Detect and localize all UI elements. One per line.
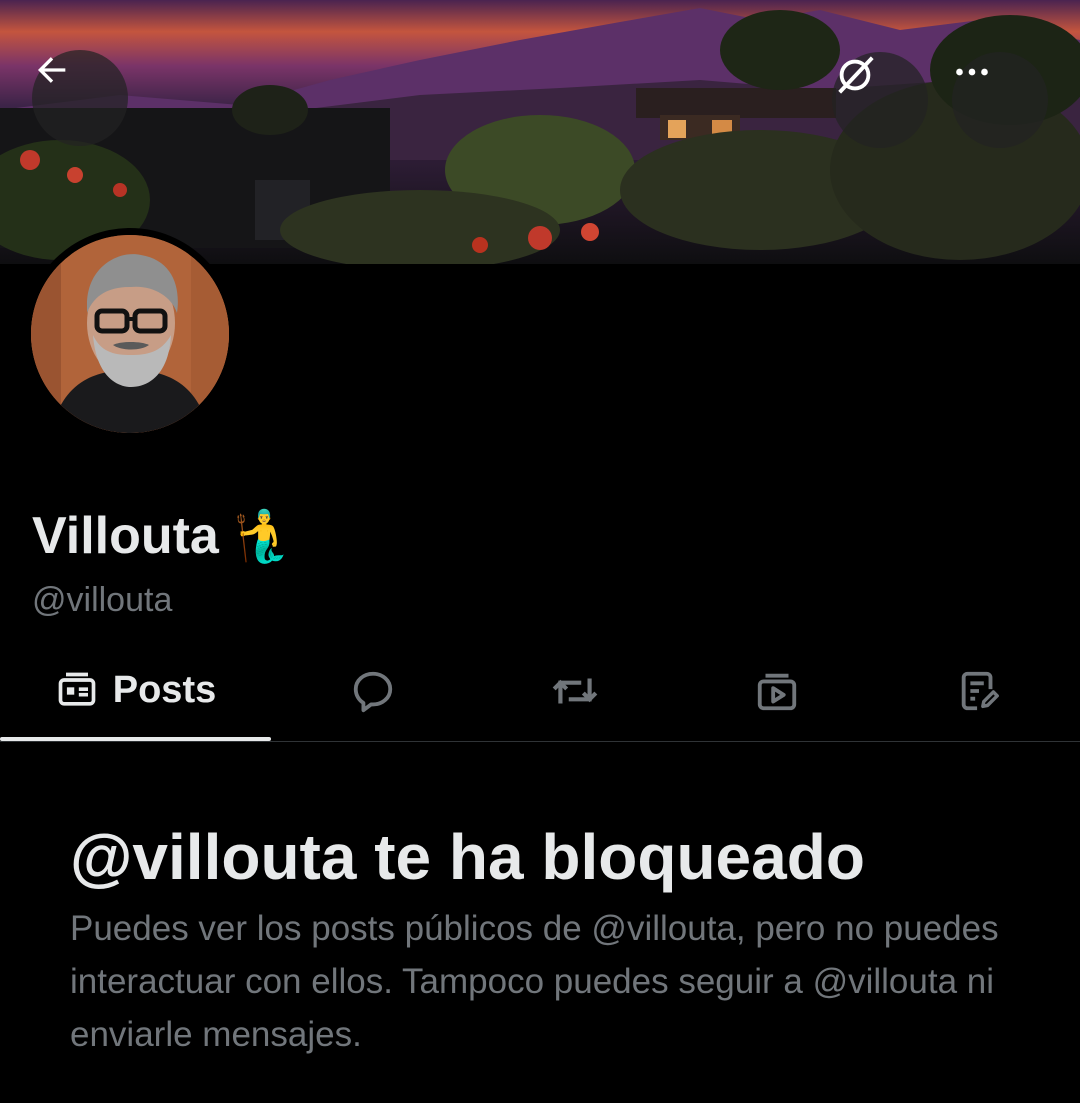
- tab-reposts[interactable]: [474, 640, 676, 741]
- profile-display-name: Villouta 🧜‍♂️: [32, 506, 295, 566]
- active-tab-indicator: [0, 737, 271, 741]
- avatar[interactable]: [24, 228, 236, 440]
- profile-banner[interactable]: [0, 0, 1080, 264]
- banner-landscape-image: [0, 0, 1080, 264]
- back-button[interactable]: [32, 50, 128, 146]
- blocked-title: @villouta te ha bloqueado: [70, 821, 865, 893]
- posts-icon: [58, 672, 96, 706]
- tab-posts-label: Posts: [112, 669, 217, 711]
- tab-articles[interactable]: [878, 640, 1080, 741]
- translate-icon: [838, 56, 874, 94]
- more-options-button[interactable]: [952, 52, 1048, 148]
- arrow-left-icon: [38, 57, 66, 83]
- replies-icon: [353, 671, 393, 712]
- avatar-photo: [31, 235, 229, 433]
- more-horizontal-icon: [956, 68, 988, 76]
- tab-posts[interactable]: Posts: [0, 640, 271, 741]
- translate-button[interactable]: [832, 52, 928, 148]
- tab-replies[interactable]: [272, 640, 474, 741]
- merman-emoji-icon: 🧜‍♂️: [232, 508, 296, 564]
- blocked-message: Puedes ver los posts públicos de @villou…: [70, 909, 999, 1054]
- profile-tabs: Posts: [0, 640, 1080, 742]
- avatar-portrait-image: [31, 235, 229, 433]
- articles-icon: [961, 671, 999, 710]
- display-name-text: Villouta: [32, 507, 219, 565]
- profile-handle: @villouta: [32, 581, 173, 619]
- profile-page: Villouta 🧜‍♂️ @villouta Posts: [0, 0, 1080, 1103]
- tab-media[interactable]: [676, 640, 878, 741]
- reposts-icon: [552, 678, 598, 703]
- media-icon: [757, 673, 797, 710]
